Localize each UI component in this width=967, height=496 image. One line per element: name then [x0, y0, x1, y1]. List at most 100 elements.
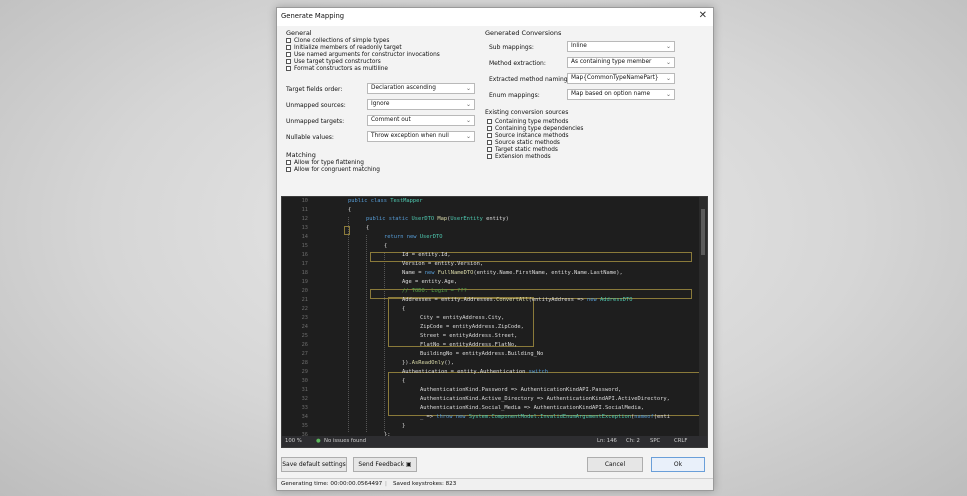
checkbox-containing-type-methods[interactable]: Containing type methods — [487, 118, 568, 125]
send-feedback-label: Send Feedback — [358, 461, 404, 468]
checkbox-label: Containing type dependencies — [495, 125, 584, 132]
checkbox-box[interactable] — [286, 160, 291, 165]
checkbox-label: Target static methods — [495, 146, 558, 153]
checkbox-multiline[interactable]: Format constructors as multiline — [286, 65, 388, 72]
vertical-scrollbar[interactable] — [699, 197, 707, 437]
checkbox-label: Use target typed constructors — [294, 58, 381, 65]
ok-button[interactable]: Ok — [651, 457, 705, 472]
checkbox-box[interactable] — [487, 140, 492, 145]
code-line: ZipCode = entityAddress.ZipCode, — [420, 324, 524, 330]
line-number: 27 — [301, 351, 308, 357]
unmapped-targets-select[interactable]: Comment out ⌄ — [367, 115, 475, 126]
line-number: 17 — [301, 261, 308, 267]
checkbox-congruent-matching[interactable]: Allow for congruent matching — [286, 166, 380, 173]
sub-mappings-select[interactable]: Inline ⌄ — [567, 41, 675, 52]
code-line: }).AsReadOnly(), — [402, 360, 454, 366]
field-label-method-naming: Extracted method naming: — [489, 76, 570, 83]
code-line: Name = new FullNameDTO(entity.Name.First… — [402, 270, 623, 276]
issues-status[interactable]: No issues found — [324, 438, 366, 444]
code-line: { — [348, 207, 352, 213]
checkbox-box[interactable] — [487, 133, 492, 138]
matching-heading: Matching — [286, 151, 316, 159]
checkbox-box[interactable] — [487, 154, 492, 159]
select-value: As containing type member — [571, 59, 652, 65]
code-line: Authentication = entity.Authentication s… — [402, 369, 549, 375]
chevron-down-icon: ⌄ — [465, 85, 471, 92]
field-label-unmapped-targets: Unmapped targets: — [286, 118, 345, 125]
code-line: { — [402, 306, 406, 312]
chevron-down-icon: ⌄ — [665, 59, 671, 66]
nullable-values-select[interactable]: Throw exception when null ⌄ — [367, 131, 475, 142]
feedback-icon: ▣ — [405, 461, 412, 468]
line-number: 20 — [301, 288, 308, 294]
unmapped-sources-select[interactable]: Ignore ⌄ — [367, 99, 475, 110]
checkbox-containing-type-dependencies[interactable]: Containing type dependencies — [487, 125, 583, 132]
checkbox-box[interactable] — [286, 167, 291, 172]
field-label-target-order: Target fields order: — [286, 86, 343, 93]
code-preview-editor[interactable]: 10 11 12 13 14 15 16 17 18 19 20 21 22 23 24 25 26 27 28 29… — [281, 196, 708, 448]
select-value: Map based on option name — [571, 91, 651, 97]
checkbox-box[interactable] — [286, 66, 291, 71]
scroll-thumb[interactable] — [701, 209, 705, 255]
code-line: AuthenticationKind.Social_Media => Authe… — [420, 405, 644, 411]
checkbox-label: Allow for congruent matching — [294, 166, 380, 173]
method-naming-select[interactable]: Map{CommonTypeNamePart} ⌄ — [567, 73, 675, 84]
target-order-select[interactable]: Declaration ascending ⌄ — [367, 83, 475, 94]
checkbox-named-arguments[interactable]: Use named arguments for constructor invo… — [286, 51, 440, 58]
line-number: 24 — [301, 324, 308, 330]
checkbox-extension-methods[interactable]: Extension methods — [487, 153, 551, 160]
zoom-level[interactable]: 100 % — [285, 438, 302, 444]
code-line: AuthenticationKind.Password => Authentic… — [420, 387, 622, 393]
line-number: 21 — [301, 297, 308, 303]
line-number: 23 — [301, 315, 308, 321]
check-circle-icon: ● — [316, 438, 321, 444]
line-number: 12 — [301, 216, 308, 222]
enum-mappings-select[interactable]: Map based on option name ⌄ — [567, 89, 675, 100]
dialog-titlebar: Generate Mapping ✕ — [277, 8, 713, 26]
cursor-line: Ln: 146 — [597, 438, 617, 444]
checkbox-box[interactable] — [487, 126, 492, 131]
checkbox-source-static-methods[interactable]: Source static methods — [487, 139, 560, 146]
checkbox-source-instance-methods[interactable]: Source instance methods — [487, 132, 569, 139]
save-default-settings-button[interactable]: Save default settings — [281, 457, 347, 472]
checkbox-label: Initialize members of readonly target — [294, 44, 402, 51]
indent-guide — [384, 253, 385, 432]
line-number: 33 — [301, 405, 308, 411]
line-number: 19 — [301, 279, 308, 285]
checkbox-box[interactable] — [487, 119, 492, 124]
field-label-sub-mappings: Sub mappings: — [489, 44, 534, 51]
editor-statusbar: 100 % ● No issues found Ln: 146 Ch: 2 SP… — [282, 436, 707, 447]
code-line: City = entityAddress.City, — [420, 315, 505, 321]
checkbox-target-typed[interactable]: Use target typed constructors — [286, 58, 381, 65]
line-number: 26 — [301, 342, 308, 348]
line-number: 32 — [301, 396, 308, 402]
code-line: // TODO: Login = ??? — [402, 288, 467, 294]
checkbox-box[interactable] — [286, 52, 291, 57]
line-number: 35 — [301, 423, 308, 429]
checkbox-initialize-readonly[interactable]: Initialize members of readonly target — [286, 44, 402, 51]
select-value: Declaration ascending — [371, 85, 436, 91]
checkbox-box[interactable] — [286, 59, 291, 64]
checkbox-label: Use named arguments for constructor invo… — [294, 51, 440, 58]
close-icon[interactable]: ✕ — [699, 10, 707, 21]
cursor-column: Ch: 2 — [626, 438, 640, 444]
indent-mode[interactable]: SPC — [650, 438, 660, 444]
checkbox-type-flattening[interactable]: Allow for type flattening — [286, 159, 364, 166]
code-line: FlatNo = entityAddress.FlatNo, — [420, 342, 518, 348]
cancel-button[interactable]: Cancel — [587, 457, 643, 472]
checkbox-label: Extension methods — [495, 153, 551, 160]
line-ending[interactable]: CRLF — [674, 438, 687, 444]
send-feedback-button[interactable]: Send Feedback ▣ — [353, 457, 417, 472]
checkbox-box[interactable] — [487, 147, 492, 152]
checkbox-label: Source static methods — [495, 139, 560, 146]
line-number: 16 — [301, 252, 308, 258]
line-number: 18 — [301, 270, 308, 276]
checkbox-clone-collections[interactable]: Clone collections of simple types — [286, 37, 389, 44]
method-extraction-select[interactable]: As containing type member ⌄ — [567, 57, 675, 68]
brace-highlight — [344, 226, 350, 235]
checkbox-label: Allow for type flattening — [294, 159, 364, 166]
line-number: 10 — [301, 198, 308, 204]
checkbox-target-static-methods[interactable]: Target static methods — [487, 146, 558, 153]
checkbox-box[interactable] — [286, 45, 291, 50]
checkbox-box[interactable] — [286, 38, 291, 43]
